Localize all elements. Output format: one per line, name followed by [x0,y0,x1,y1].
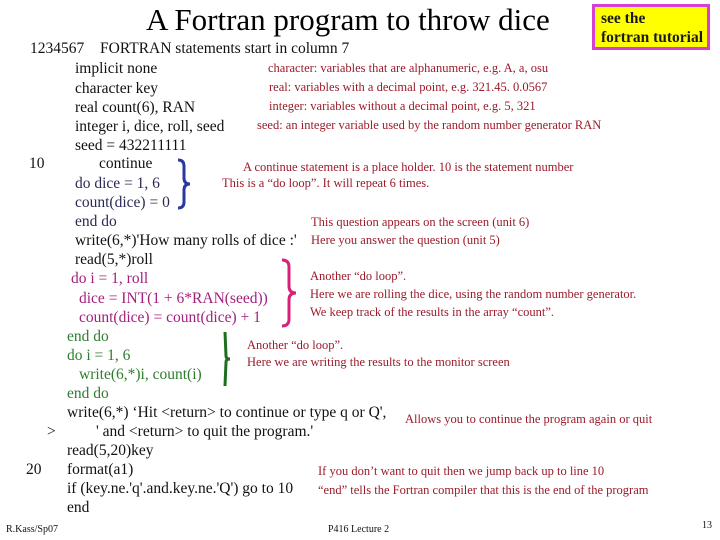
code-line: dice = INT(1 + 6*RAN(seed)) [79,290,268,307]
code-line: ' and <return> to quit the program.' [96,423,314,440]
brace-loop2-icon [281,258,297,328]
brace-loop1-icon [177,158,191,210]
note-seed: seed: an integer variable used by the ra… [257,118,602,132]
code-line: do dice = 1, 6 [75,175,160,192]
code-line: read(5,20)key [67,442,154,459]
note-question: This question appears on the screen (uni… [311,215,530,229]
code-line: read(5,*)roll [75,251,153,268]
footer-author: R.Kass/Sp07 [6,524,58,535]
code-line: if (key.ne.'q'.and.key.ne.'Q') go to 10 [67,480,294,497]
statement-label: 20 [26,461,42,478]
note-loop2-1: Another “do loop”. [310,269,407,283]
code-line: write(6,*) ‘Hit <return> to continue or … [67,404,387,421]
code-line: write(6,*)i, count(i) [79,366,202,383]
code-line: continue [99,155,153,172]
code-line: end [67,499,90,516]
tutorial-line-1: see the [601,10,646,27]
note-end: “end” tells the Fortran compiler that th… [318,483,649,497]
note-loop3-2: Here we are writing the results to the m… [247,355,510,369]
slide-title: A Fortran program to throw dice [146,2,550,37]
page-number: 13 [702,520,712,531]
tutorial-link-box[interactable]: see the fortran tutorial [592,4,710,50]
code-line: implicit none [75,60,158,77]
note-real: real: variables with a decimal point, e.… [269,80,548,94]
note-continue-quit: Allows you to continue the program again… [405,412,653,426]
continuation-marker: > [47,423,56,440]
note-answer: Here you answer the question (unit 5) [311,233,500,247]
footer-lecture: P416 Lecture 2 [328,524,390,535]
note-loop2-3: We keep track of the results in the arra… [310,305,555,319]
code-line: seed = 432211111 [75,137,187,154]
note-loop3-1: Another “do loop”. [247,338,344,352]
code-line: count(dice) = count(dice) + 1 [79,309,261,326]
code-line: end do [67,385,109,402]
note-loop2-2: Here we are rolling the dice, using the … [310,287,637,301]
column-numbers: 1234567 [30,40,85,57]
code-line: end do [75,213,117,230]
statement-label: 10 [29,155,45,172]
note-jump: If you don’t want to quit then we jump b… [318,464,605,478]
note-loop1: This is a “do loop”. It will repeat 6 ti… [222,176,430,190]
tutorial-line-2: fortran tutorial [601,29,704,46]
code-line: character key [75,80,159,97]
note-integer: integer: variables without a decimal poi… [269,99,536,113]
code-line: count(dice) = 0 [75,194,170,211]
code-line: integer i, dice, roll, seed [75,118,225,135]
note-character: character: variables that are alphanumer… [268,61,549,75]
code-line: format(a1) [67,461,134,478]
note-continue: A continue statement is a place holder. … [243,160,574,174]
code-line: write(6,*)'How many rolls of dice :' [75,232,297,249]
code-line: real count(6), RAN [75,99,196,116]
code-line: do i = 1, 6 [67,347,131,364]
code-line: end do [67,328,109,345]
code-line: do i = 1, roll [71,270,149,287]
brace-loop3-icon [223,331,231,387]
column-note: FORTRAN statements start in column 7 [100,40,350,57]
